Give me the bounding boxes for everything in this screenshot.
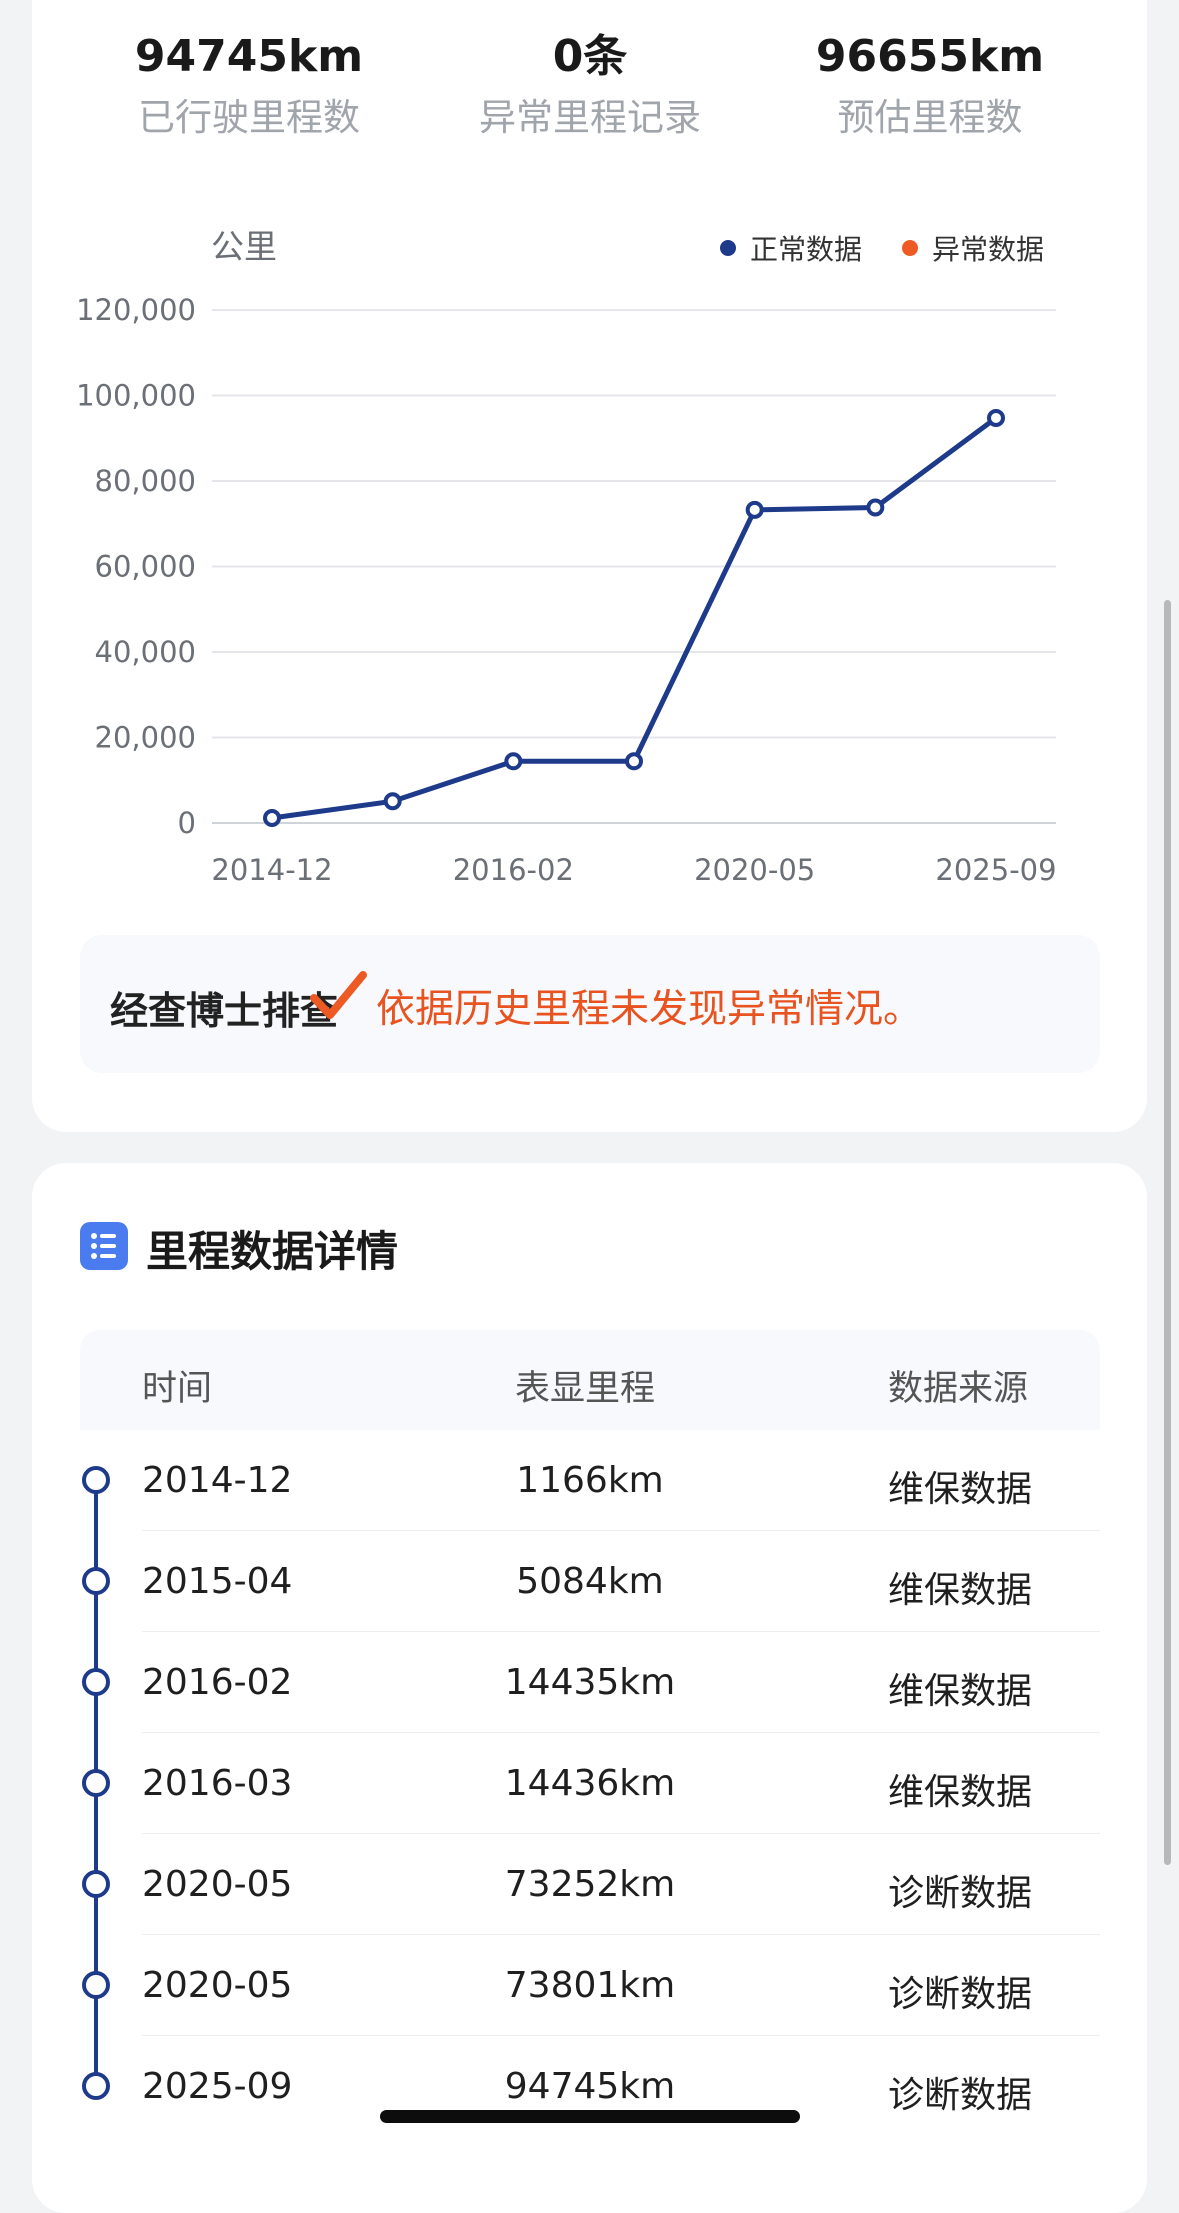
row-odometer: 14435km <box>504 1662 676 1703</box>
row-time: 2020-05 <box>142 1864 293 1905</box>
legend-normal-dot <box>720 240 736 256</box>
table-row[interactable]: 2015-04 5084km 维保数据 <box>0 1531 1179 1632</box>
data-point <box>383 792 402 811</box>
table-row[interactable]: 2016-03 14436km 维保数据 <box>0 1733 1179 1834</box>
row-source: 诊断数据 <box>888 2075 1033 2116</box>
timeline-node <box>82 1668 110 1696</box>
header-source: 数据来源 <box>888 1369 1029 1409</box>
stat-abnormal: 0条 异常里程记录 <box>420 26 760 142</box>
row-odometer: 73801km <box>504 1965 676 2006</box>
table-row[interactable]: 2020-05 73801km 诊断数据 <box>0 1935 1179 2036</box>
chart-y-unit: 公里 <box>211 227 277 266</box>
header-odometer: 表显里程 <box>515 1369 656 1409</box>
mileage-line-chart: 120,000 100,000 80,000 60,000 40,000 20,000 0 2… <box>0 200 1179 920</box>
table-row[interactable]: 2014-12 1166km 维保数据 <box>0 1430 1179 1531</box>
data-point <box>745 500 764 519</box>
row-source: 维保数据 <box>888 1772 1033 1813</box>
stat-estimated-label: 预估里程数 <box>837 96 1023 139</box>
row-time: 2016-02 <box>142 1662 293 1703</box>
stat-abnormal-label: 异常里程记录 <box>479 96 701 139</box>
x-tick-label: 2020-05 <box>694 853 815 887</box>
timeline-node <box>82 1971 110 1999</box>
stat-abnormal-value: 0条 <box>552 31 628 82</box>
y-tick-label: 20,000 <box>95 721 196 755</box>
row-time: 2016-03 <box>142 1763 293 1804</box>
legend-abnormal-label: 异常数据 <box>932 233 1045 266</box>
row-source: 诊断数据 <box>888 1873 1033 1914</box>
timeline-node <box>82 1567 110 1595</box>
row-time: 2025-09 <box>142 2066 293 2107</box>
row-odometer: 14436km <box>504 1763 676 1804</box>
row-odometer: 5084km <box>516 1561 664 1602</box>
row-odometer: 73252km <box>504 1864 676 1905</box>
y-tick-label: 80,000 <box>95 464 196 498</box>
list-icon <box>80 1222 128 1270</box>
timeline-node <box>82 1466 110 1494</box>
data-point <box>263 809 281 828</box>
stat-estimated-value: 96655km <box>815 31 1045 82</box>
legend-normal[interactable]: 正常数据 <box>720 228 862 268</box>
data-point <box>987 408 1005 427</box>
row-time: 2020-05 <box>142 1965 293 2006</box>
y-tick-label: 120,000 <box>76 293 196 327</box>
x-tick-label: 2014-12 <box>211 853 332 887</box>
legend-abnormal-dot <box>902 240 918 256</box>
y-tick-label: 100,000 <box>76 379 196 413</box>
timeline-node <box>82 1769 110 1797</box>
x-tick-label: 2016-02 <box>453 853 574 887</box>
row-time: 2014-12 <box>142 1460 293 1501</box>
stat-driven-value: 94745km <box>134 31 364 82</box>
y-tick-label: 40,000 <box>95 635 196 669</box>
data-point <box>866 498 885 517</box>
stat-driven-label: 已行驶里程数 <box>138 96 360 139</box>
row-source: 维保数据 <box>888 1570 1033 1611</box>
row-odometer: 1166km <box>516 1460 664 1501</box>
row-time: 2015-04 <box>142 1561 293 1602</box>
stat-driven: 94745km 已行驶里程数 <box>79 26 419 142</box>
legend-normal-label: 正常数据 <box>750 233 863 266</box>
timeline-node <box>82 2072 110 2100</box>
table-row[interactable]: 2016-02 14435km 维保数据 <box>0 1632 1179 1733</box>
table-header: 时间 表显里程 数据来源 <box>80 1330 1100 1430</box>
notice-brand: 经查博士排查 <box>110 989 339 1033</box>
row-source: 维保数据 <box>888 1469 1033 1510</box>
y-tick-label: 60,000 <box>95 550 196 584</box>
data-point <box>504 752 523 771</box>
chart-svg: 120,000100,00080,00060,00040,00020,00002… <box>76 293 1057 887</box>
timeline-node <box>82 1870 110 1898</box>
inspection-notice: 经查博士排查 依据历史里程未发现异常情况。 <box>80 935 1100 1073</box>
scrollbar[interactable] <box>1164 600 1171 1865</box>
data-point <box>625 752 643 771</box>
stat-estimated: 96655km 预估里程数 <box>760 26 1100 142</box>
check-icon <box>310 971 367 1019</box>
header-time: 时间 <box>142 1369 213 1409</box>
home-indicator[interactable] <box>380 2110 800 2123</box>
details-title: 里程数据详情 <box>146 1227 399 1276</box>
notice-message: 依据历史里程未发现异常情况。 <box>376 987 923 1032</box>
row-source: 诊断数据 <box>888 1974 1033 2015</box>
row-source: 维保数据 <box>888 1671 1033 1712</box>
legend-abnormal[interactable]: 异常数据 <box>902 228 1044 268</box>
x-tick-label: 2025-09 <box>935 853 1056 887</box>
y-tick-label: 0 <box>178 806 196 840</box>
table-row[interactable]: 2020-05 73252km 诊断数据 <box>0 1834 1179 1935</box>
row-odometer: 94745km <box>504 2066 676 2107</box>
